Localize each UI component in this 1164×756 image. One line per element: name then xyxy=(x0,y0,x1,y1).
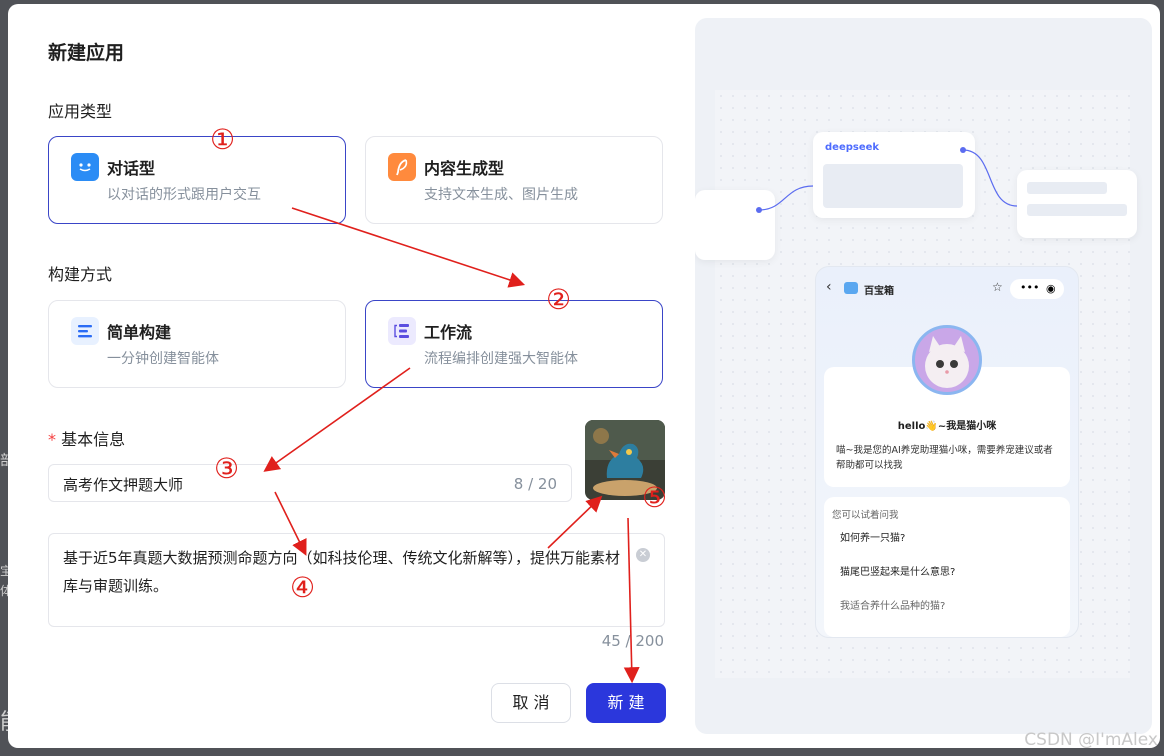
annotation-arrows xyxy=(263,207,640,684)
annotation-marker-3: ③ xyxy=(214,452,240,485)
annotation-marker-1: ① xyxy=(210,123,236,156)
watermark: CSDN @I'mAlex xyxy=(1024,730,1158,750)
annotation-marker-5: ⑤ xyxy=(642,481,668,514)
annotation-marker-4: ④ xyxy=(290,571,316,604)
annotation-marker-2: ② xyxy=(546,283,572,316)
